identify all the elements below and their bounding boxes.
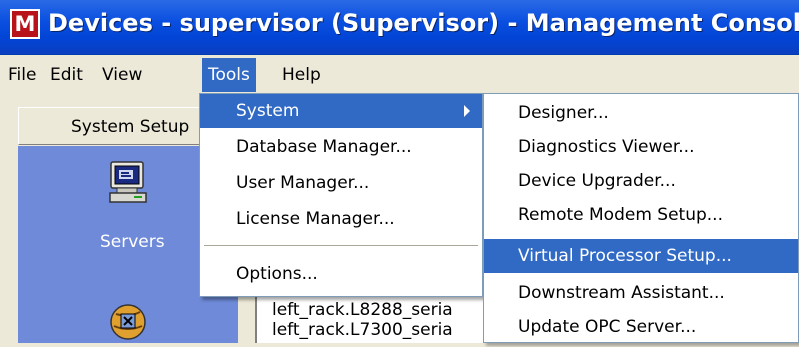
window-title: Devices - supervisor (Supervisor) - Mana… <box>48 9 799 37</box>
menu-view[interactable]: View <box>96 58 148 92</box>
menu-tools[interactable]: Tools <box>202 58 256 92</box>
menu-item-diagnostics-viewer[interactable]: Diagnostics Viewer... <box>484 130 798 164</box>
menu-item-system[interactable]: System <box>200 94 482 128</box>
menu-file[interactable]: File <box>2 58 42 92</box>
chevron-right-icon <box>464 105 470 117</box>
menu-item-virtual-processor-setup[interactable]: Virtual Processor Setup... <box>484 239 798 273</box>
title-bar[interactable]: M Devices - supervisor (Supervisor) - Ma… <box>0 0 799 55</box>
menu-item-device-upgrader[interactable]: Device Upgrader... <box>484 164 798 198</box>
system-submenu: Designer... Diagnostics Viewer... Device… <box>483 93 799 343</box>
menu-item-database-manager[interactable]: Database Manager... <box>200 130 482 164</box>
menu-item-label: System <box>236 101 300 121</box>
menu-item-remote-modem-setup[interactable]: Remote Modem Setup... <box>484 198 798 232</box>
app-icon[interactable]: M <box>10 9 40 39</box>
menu-item-update-opc-server[interactable]: Update OPC Server... <box>484 310 798 344</box>
menu-separator <box>204 245 478 247</box>
servers-label[interactable]: Servers <box>100 232 165 252</box>
menu-item-options[interactable]: Options... <box>200 257 482 291</box>
menu-item-downstream-assistant[interactable]: Downstream Assistant... <box>484 276 798 310</box>
menu-edit[interactable]: Edit <box>44 58 89 92</box>
list-item[interactable]: left_rack.L7300_seria <box>272 320 453 340</box>
tools-dropdown-menu: System Database Manager... User Manager.… <box>199 93 483 297</box>
menu-item-license-manager[interactable]: License Manager... <box>200 202 482 236</box>
menu-help[interactable]: Help <box>276 58 327 92</box>
list-item[interactable]: left_rack.L8288_seria <box>272 300 453 320</box>
computer-icon[interactable] <box>108 160 148 212</box>
globe-icon[interactable] <box>108 300 148 347</box>
menu-bar: File Edit View Tools Help <box>0 56 799 94</box>
menu-item-user-manager[interactable]: User Manager... <box>200 166 482 200</box>
menu-item-designer[interactable]: Designer... <box>484 96 798 130</box>
